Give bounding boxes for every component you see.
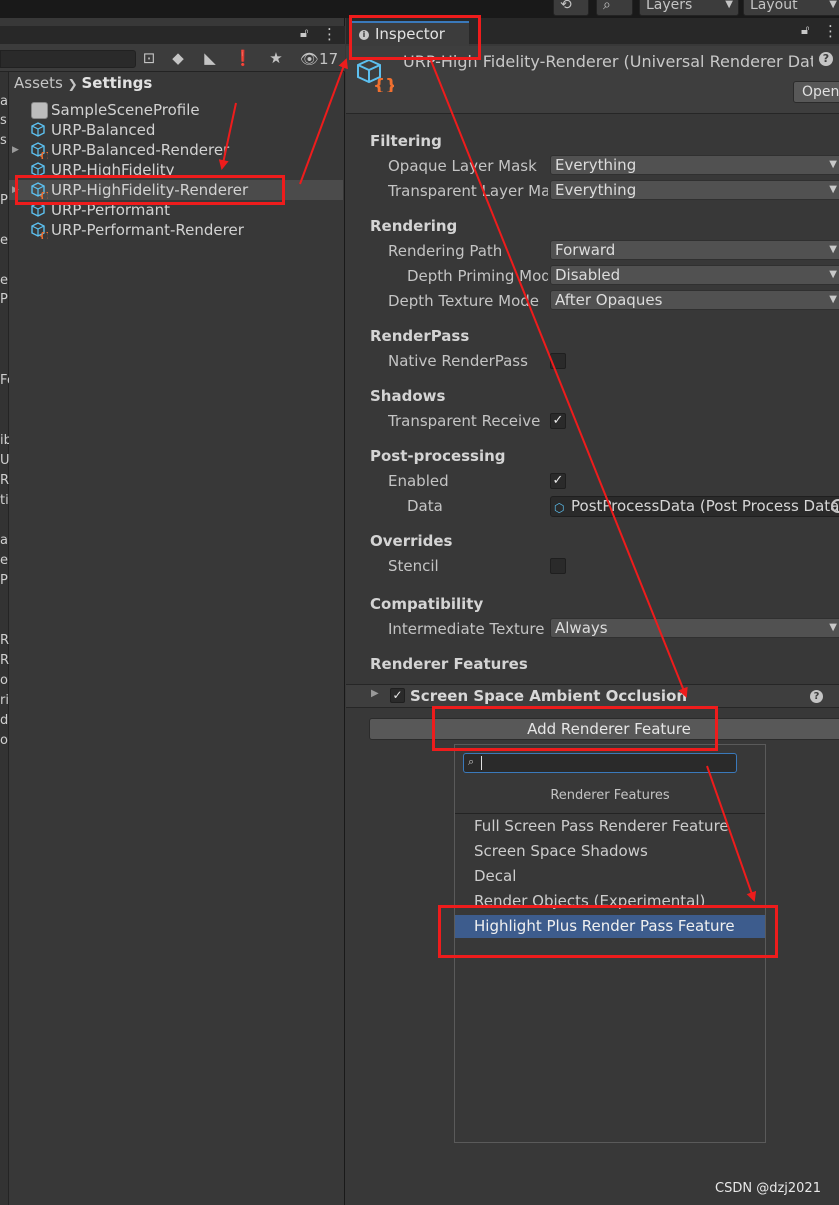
annotation-arrows xyxy=(218,57,757,902)
arrow-to-asset xyxy=(218,102,237,170)
watermark: CSDN @dzj2021 xyxy=(715,1181,821,1196)
arrow-to-add-feature xyxy=(429,57,688,698)
arrow-to-highlight-plus xyxy=(706,765,757,902)
arrow-to-inspector xyxy=(299,58,348,185)
